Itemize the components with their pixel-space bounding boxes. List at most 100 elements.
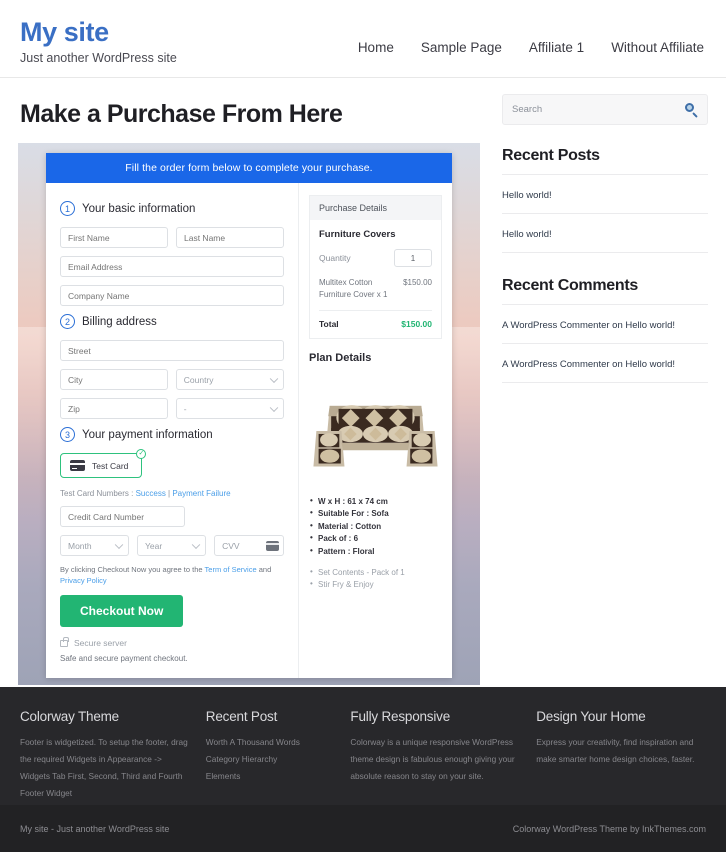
page-root: My site Just another WordPress site Home… (0, 0, 726, 852)
quantity-label: Quantity (319, 253, 351, 263)
search-box[interactable]: Search (502, 94, 708, 125)
test-card-failure-link[interactable]: Payment Failure (172, 489, 230, 498)
company-input[interactable] (60, 285, 284, 306)
recent-post-link[interactable]: Hello world! (502, 229, 552, 240)
line-item-row: Multitex Cotton Furniture Cover x 1 $150… (319, 277, 432, 301)
product-name: Furniture Covers (319, 229, 396, 240)
nav-item-sample-page[interactable]: Sample Page (421, 40, 502, 55)
secure-server-row: Secure server (60, 637, 284, 648)
order-form-body: 1 Your basic information First Name Last… (46, 183, 452, 678)
city-country-row: Country (60, 369, 284, 390)
terms-prefix: By clicking Checkout Now you agree to th… (60, 565, 205, 574)
total-label: Total (319, 319, 339, 329)
expiry-cvv-row: Month Year CVV (60, 535, 285, 556)
secure-server-label: Secure server (74, 638, 127, 648)
nav-item-without-affiliate[interactable]: Without Affiliate (611, 40, 704, 55)
test-card-tab-label: Test Card (92, 460, 129, 471)
plan-spec-item: Suitable For : Sofa (309, 507, 442, 520)
line-item-price: $150.00 (403, 278, 432, 287)
purchase-details-heading: Purchase Details (310, 196, 441, 220)
recent-post-link[interactable]: Hello world! (502, 190, 552, 201)
recent-comment-link[interactable]: A WordPress Commenter on Hello world! (502, 320, 675, 331)
test-card-numbers-note: Test Card Numbers : Success | Payment Fa… (60, 489, 284, 498)
expiry-month-select[interactable]: Month (60, 535, 130, 556)
expiry-month-value: Month (68, 540, 92, 551)
site-footer: Colorway Theme Footer is widgetized. To … (0, 687, 726, 805)
plan-spec-item: Pack of : 6 (309, 532, 442, 545)
expiry-year-select[interactable]: Year (137, 535, 207, 556)
chevron-down-icon (269, 403, 279, 412)
site-title[interactable]: My site (20, 18, 177, 47)
credit-card-number-input[interactable] (60, 506, 186, 527)
search-icon[interactable] (685, 103, 698, 118)
checkout-now-button[interactable]: Checkout Now (60, 595, 184, 627)
footer-widget-title: Fully Responsive (350, 709, 451, 724)
main-content: Make a Purchase From Here Fill the order… (18, 78, 480, 687)
footer-widget-title: Colorway Theme (20, 709, 119, 724)
first-name-input[interactable] (60, 227, 168, 248)
chevron-down-icon (114, 540, 124, 549)
email-input[interactable] (60, 256, 284, 277)
footer-widget-title: Recent Post (205, 709, 278, 724)
plan-spec-item: Pattern : Floral (309, 545, 442, 558)
list-item: A WordPress Commenter on Hello world! (502, 344, 708, 383)
quantity-input[interactable] (394, 249, 432, 267)
main-navigation: Home Sample Page Affiliate 1 Without Aff… (358, 14, 706, 55)
step-2-heading: 2 Billing address (60, 314, 284, 329)
zip-input[interactable] (60, 398, 168, 419)
cvv-placeholder: CVV (222, 540, 240, 551)
chevron-down-icon (191, 540, 201, 549)
footer-widget-text: Footer is widgetized. To setup the foote… (20, 737, 188, 798)
city-input[interactable] (60, 369, 168, 390)
terms-of-service-link[interactable]: Term of Service (205, 565, 257, 574)
terms-note: By clicking Checkout Now you agree to th… (60, 565, 284, 586)
footer-list-item[interactable]: Elements (206, 768, 335, 785)
privacy-policy-link[interactable]: Privacy Policy (60, 576, 107, 585)
street-input[interactable] (60, 340, 284, 361)
footer-widget-text: Colorway is a unique responsive WordPres… (350, 737, 515, 781)
plan-extra-item: Set Contents - Pack of 1 (309, 566, 442, 579)
country-select[interactable]: Country (175, 369, 284, 390)
copyright-left: My site - Just another WordPress site (20, 823, 170, 834)
check-circle-icon: ✓ (136, 449, 147, 459)
order-form-card: Fill the order form below to complete yo… (46, 153, 452, 678)
page-title: Make a Purchase From Here (20, 100, 343, 128)
state-select[interactable]: - (175, 398, 284, 419)
last-name-input[interactable] (176, 227, 284, 248)
copyright-right[interactable]: Colorway WordPress Theme by InkThemes.co… (513, 824, 706, 834)
state-select-value: - (183, 403, 187, 414)
test-card-prefix: Test Card Numbers : (60, 489, 136, 498)
test-card-success-link[interactable]: Success (136, 489, 166, 498)
site-header: My site Just another WordPress site Home… (0, 0, 726, 78)
plan-details-heading: Plan Details (309, 352, 372, 364)
content-wrapper: Make a Purchase From Here Fill the order… (0, 78, 726, 687)
nav-item-home[interactable]: Home (358, 40, 394, 55)
sidebar: Search Recent Posts Hello world! Hello w… (502, 78, 708, 687)
site-branding[interactable]: My site Just another WordPress site (20, 14, 177, 66)
nav-item-affiliate-1[interactable]: Affiliate 1 (529, 40, 584, 55)
zip-state-row: - (60, 398, 284, 419)
card-number-row (60, 506, 284, 527)
email-row (60, 256, 284, 277)
footer-widget-title: Design Your Home (536, 709, 646, 724)
search-input[interactable]: Search (512, 104, 542, 115)
safe-checkout-note: Safe and secure payment checkout. (60, 654, 188, 663)
step-1-heading: 1 Your basic information (60, 201, 284, 216)
chevron-down-icon (269, 374, 279, 383)
step-2-number: 2 (60, 314, 75, 329)
plan-extras-list: Set Contents - Pack of 1 Stir Fry & Enjo… (309, 566, 442, 592)
step-3-label: Your payment information (82, 428, 213, 441)
footer-list-item[interactable]: Category Hierarchy (206, 751, 335, 768)
list-item: Hello world! (502, 175, 708, 214)
test-card-tab[interactable]: Test Card ✓ (60, 449, 147, 478)
name-row (60, 227, 284, 248)
footer-widget-fully-responsive: Fully Responsive Colorway is a unique re… (350, 709, 520, 787)
card-back-icon (266, 540, 280, 551)
recent-comment-link[interactable]: A WordPress Commenter on Hello world! (502, 359, 675, 370)
order-form-banner: Fill the order form below to complete yo… (46, 153, 452, 183)
step-2-label: Billing address (82, 315, 157, 328)
cvv-input[interactable]: CVV (214, 535, 285, 556)
footer-list-item[interactable]: Worth A Thousand Words (206, 734, 335, 751)
order-summary-column: Purchase Details Furniture Covers Quanti… (298, 183, 452, 678)
recent-posts-title: Recent Posts (502, 147, 708, 175)
